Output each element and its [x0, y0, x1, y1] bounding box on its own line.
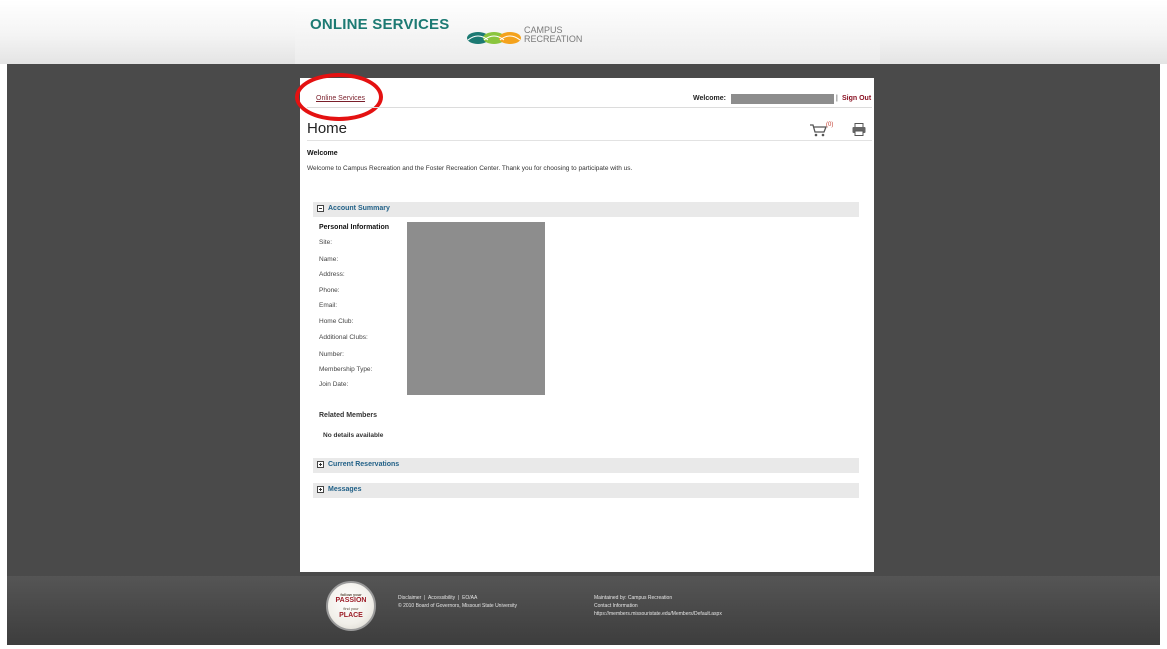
redacted-personal-info [407, 222, 545, 395]
footer-link-disclaimer[interactable]: Disclaimer [398, 595, 421, 601]
redacted-username [731, 94, 834, 104]
current-reservations-title: Current Reservations [328, 461, 400, 468]
highlight-circle [295, 73, 383, 121]
printer-icon[interactable] [852, 123, 866, 136]
account-summary-header[interactable]: Account Summary [313, 202, 859, 217]
field-label-email: Email: [319, 302, 338, 309]
campus-recreation-logo [467, 32, 521, 44]
welcome-text: Welcome to Campus Recreation and the Fos… [307, 165, 633, 172]
field-label-membership-type: Membership Type: [319, 366, 373, 373]
badge-line-4: PLACE [339, 612, 363, 619]
expand-icon[interactable] [317, 461, 324, 468]
messages-title: Messages [328, 486, 362, 493]
field-label-address: Address: [319, 271, 345, 278]
divider [307, 107, 872, 108]
badge-line-2: PASSION [335, 597, 367, 604]
page-title: Home [307, 120, 348, 137]
footer-link-eoaa[interactable]: EO/AA [462, 595, 477, 601]
follow-your-passion-badge: follow your PASSION find your PLACE [326, 581, 376, 631]
badge-line-3: find your [343, 606, 359, 611]
no-details-text: No details available [323, 432, 384, 439]
bottom-edge [0, 645, 1167, 649]
logo-text: CAMPUS RECREATION [524, 26, 582, 44]
brand-title: ONLINE SERVICES [310, 16, 450, 33]
cart-icon[interactable] [809, 123, 827, 137]
footer-link-accessibility[interactable]: Accessibility [428, 595, 455, 601]
cart-count: (0) [826, 122, 834, 128]
logo-line-2: RECREATION [524, 34, 583, 44]
divider [307, 140, 872, 141]
field-label-number: Number: [319, 351, 344, 358]
footer-link-separator: | [457, 595, 460, 601]
field-label-join-date: Join Date: [319, 381, 349, 388]
footer-link-separator: | [424, 595, 426, 601]
messages-header[interactable]: Messages [313, 483, 859, 498]
collapse-icon[interactable] [317, 205, 324, 212]
sign-out-link[interactable]: Sign Out [842, 95, 871, 102]
expand-icon[interactable] [317, 486, 324, 493]
footer-links: Disclaimer | Accessibility | EO/AA [398, 595, 477, 601]
field-label-phone: Phone: [319, 287, 340, 294]
footer-url: https://members.missouristate.edu/Member… [594, 611, 722, 617]
personal-information-heading: Personal Information [319, 224, 390, 231]
current-reservations-header[interactable]: Current Reservations [313, 458, 859, 473]
footer-contact-link[interactable]: Contact Information [594, 603, 638, 609]
account-summary-title: Account Summary [328, 205, 390, 212]
welcome-label: Welcome: [693, 95, 726, 102]
welcome-heading: Welcome [307, 150, 338, 157]
field-label-home-club: Home Club: [319, 318, 354, 325]
footer-bar [7, 576, 1160, 648]
footer-maintained-by: Maintained by: Campus Recreation [594, 595, 673, 601]
separator: | [836, 95, 838, 102]
field-label-site: Site: [319, 239, 333, 246]
related-members-heading: Related Members [319, 412, 377, 419]
field-label-name: Name: [319, 256, 339, 263]
field-label-additional-clubs: Additional Clubs: [319, 334, 368, 341]
footer-copyright: © 2010 Board of Governors, Missouri Stat… [398, 603, 518, 609]
